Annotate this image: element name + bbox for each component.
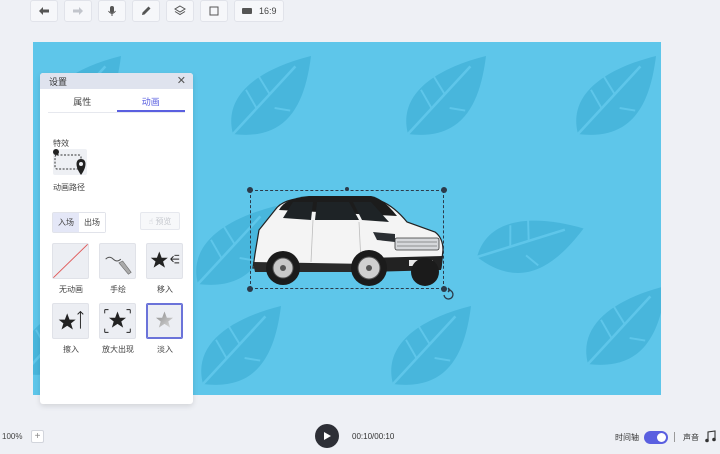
panel-title: 设置	[49, 76, 68, 87]
fade-in-icon	[146, 303, 183, 339]
layers-button[interactable]	[166, 0, 194, 22]
zoom-level: 100%	[2, 432, 23, 441]
divider	[674, 432, 675, 442]
no-animation-icon	[52, 243, 89, 279]
enter-exit-toggle: 入场 出场	[52, 212, 106, 233]
sound-label[interactable]: 声音	[683, 432, 699, 443]
wipe-in-icon	[52, 303, 89, 339]
settings-panel: 设置 ✕ 属性 动画 特效 动画路径 入场 出场 ☝ 预览 无动画 手绘 移入 …	[40, 73, 193, 404]
play-button[interactable]	[315, 424, 339, 448]
undo-button[interactable]	[30, 0, 58, 22]
top-toolbar: 16:9	[30, 0, 284, 24]
segment-exit[interactable]: 出场	[79, 213, 105, 232]
microphone-icon	[108, 6, 116, 16]
tab-animation[interactable]: 动画	[116, 94, 185, 112]
playback-time: 00:10/00:10	[352, 432, 395, 441]
effect-section-label: 特效	[53, 139, 69, 148]
hand-pointer-icon: ☝	[148, 216, 154, 226]
animation-label: 手绘	[110, 285, 126, 294]
animation-label: 擦入	[63, 345, 79, 354]
preview-button[interactable]: ☝ 预览	[140, 212, 180, 230]
pencil-button[interactable]	[132, 0, 160, 22]
undo-icon	[39, 7, 49, 15]
frame-icon	[209, 6, 219, 16]
zoom-in-button[interactable]: +	[31, 430, 44, 443]
animation-option-move-in[interactable]: 移入	[146, 243, 184, 295]
move-in-icon	[146, 243, 183, 279]
resize-handle-bottom-left[interactable]	[247, 286, 253, 292]
aspect-ratio-label: 16:9	[259, 6, 277, 16]
zoom-appear-icon	[99, 303, 136, 339]
animation-option-wipe-in[interactable]: 擦入	[52, 303, 90, 355]
frame-button[interactable]	[200, 0, 228, 22]
close-icon[interactable]: ✕	[177, 75, 186, 87]
animation-option-fade-in[interactable]: 淡入	[146, 303, 184, 355]
resize-handle-top-right[interactable]	[441, 187, 447, 193]
motion-path-effect[interactable]	[53, 149, 87, 175]
motion-path-icon	[53, 149, 86, 175]
animation-label: 放大出现	[102, 345, 134, 354]
effect-name: 动画路径	[53, 183, 85, 192]
animation-label: 无动画	[59, 285, 83, 294]
preview-label: 预览	[155, 216, 172, 226]
aspect-ratio-button[interactable]: 16:9	[234, 0, 284, 22]
layers-icon	[174, 5, 186, 16]
rotate-handle-icon[interactable]	[441, 287, 455, 301]
pencil-icon	[142, 6, 151, 15]
music-note-icon[interactable]	[704, 430, 717, 443]
animation-option-none[interactable]: 无动画	[52, 243, 90, 295]
screen-icon	[242, 8, 252, 14]
redo-button[interactable]	[64, 0, 92, 22]
play-icon	[324, 432, 331, 440]
animation-label: 移入	[157, 285, 173, 294]
hand-draw-icon	[99, 243, 136, 279]
timeline-label: 时间轴	[615, 433, 639, 442]
timeline-toggle[interactable]	[644, 431, 668, 444]
redo-icon	[73, 7, 83, 15]
resize-handle-top-mid[interactable]	[345, 187, 349, 191]
microphone-button[interactable]	[98, 0, 126, 22]
animation-option-hand-draw[interactable]: 手绘	[99, 243, 137, 295]
selection-frame[interactable]	[250, 190, 444, 289]
animation-label: 淡入	[157, 345, 173, 354]
panel-tabs: 属性 动画	[48, 94, 185, 113]
panel-header: 设置 ✕	[40, 73, 193, 89]
animation-option-zoom-appear[interactable]: 放大出现	[99, 303, 137, 355]
resize-handle-top-left[interactable]	[247, 187, 253, 193]
segment-enter[interactable]: 入场	[53, 213, 79, 232]
tab-properties[interactable]: 属性	[48, 94, 117, 112]
